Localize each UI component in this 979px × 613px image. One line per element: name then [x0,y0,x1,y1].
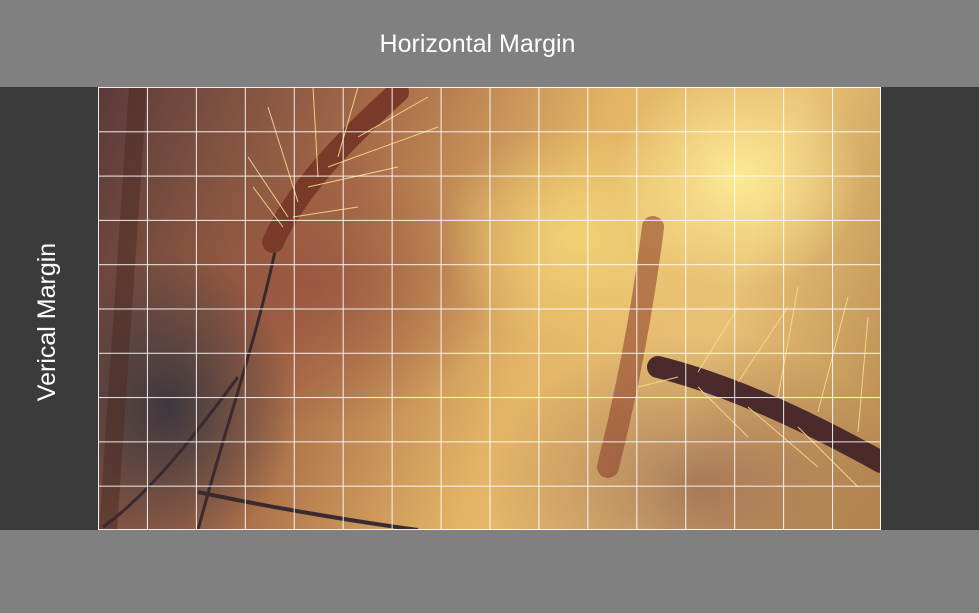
horizontal-margin-label: Horizontal Margin [379,30,576,58]
vertical-margin-label: Verical Margin [33,242,61,402]
bottom-margin-area [0,530,979,613]
horizontal-margin-area: Horizontal Margin [0,0,979,87]
wheat-photo-image [98,87,881,530]
grid-overlay [98,87,881,530]
